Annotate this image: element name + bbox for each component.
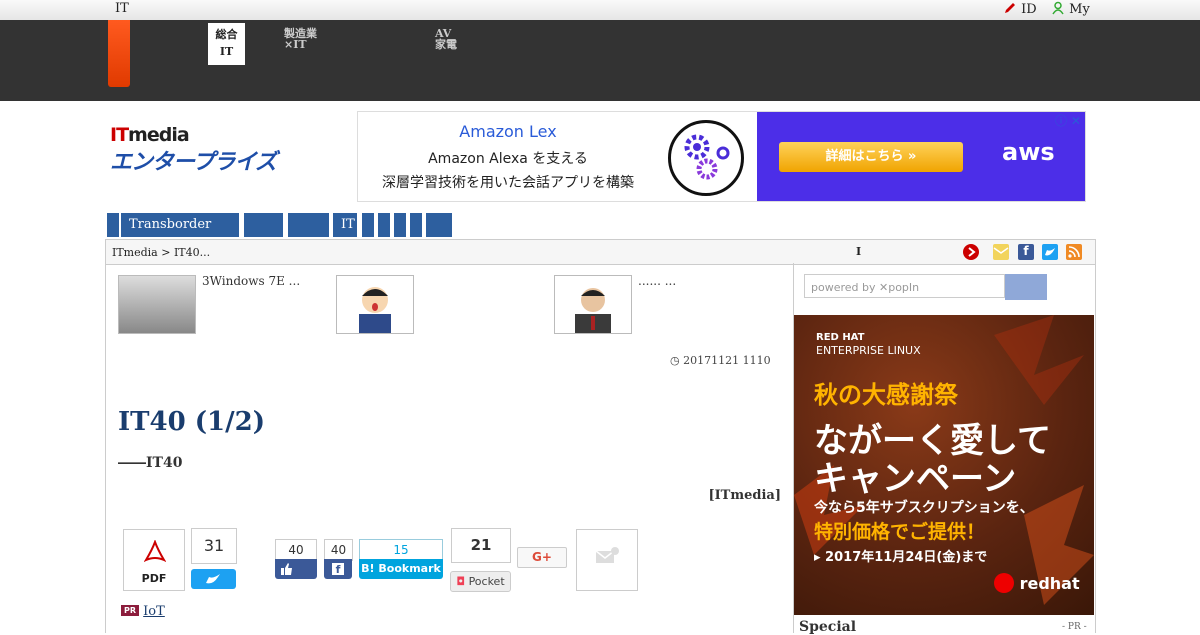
category-tab[interactable] (362, 213, 374, 237)
facebook-like-count: 40 (275, 539, 317, 561)
thumbs-up-icon (281, 563, 292, 575)
related-thumbnail[interactable] (118, 275, 196, 334)
facebook-share-button[interactable]: f (324, 559, 352, 579)
category-tab[interactable] (244, 213, 283, 237)
category-tab-it[interactable]: IT (333, 213, 357, 237)
redhat-hat-icon (994, 573, 1014, 593)
nav-tab-manufacturing[interactable]: 製造業 ×IT (284, 28, 317, 50)
special-heading: Special (799, 619, 857, 635)
article-credit: [ITmedia] (708, 488, 781, 503)
google-plus-button[interactable]: G+ (517, 547, 567, 568)
twitter-share-button[interactable] (191, 569, 236, 589)
related-thumbnail[interactable] (336, 275, 414, 334)
rss-arrow-icon[interactable] (963, 244, 979, 260)
rh-copy3: キャンペーン (814, 459, 1017, 499)
ad-choices-icon[interactable]: ⓘ ✕ (1055, 112, 1081, 129)
rh-brand-line1: RED HAT (816, 332, 865, 343)
pocket-icon: ◘ (456, 575, 466, 588)
breadcrumb-marker: I (856, 245, 862, 258)
twitter-icon (206, 574, 220, 584)
brand-accent-tab[interactable] (108, 20, 130, 87)
special-pr-label: - PR - (1062, 622, 1087, 632)
main-navigation: 総合 IT 製造業 ×IT AV 家電 (0, 20, 1200, 101)
ad-line1: Amazon Alexa を支える (428, 151, 588, 167)
breadcrumb-path[interactable]: ITmedia > IT40... (112, 246, 210, 259)
category-tab-transborder[interactable]: Transborder (121, 213, 239, 237)
nav-tab-av[interactable]: AV 家電 (435, 28, 457, 50)
pencil-icon (1005, 3, 1015, 13)
rh-brand-line2: ENTERPRISE LINUX (816, 344, 921, 357)
pocket-count: 21 (451, 528, 511, 563)
site-logo[interactable]: ITmedia エンタープライズ (110, 124, 277, 176)
logo-itmedia: ITmedia (110, 124, 190, 146)
mail-plus-icon (595, 547, 619, 563)
logo-enterprise: エンタープライズ (110, 150, 277, 175)
category-tab[interactable] (394, 213, 406, 237)
pdf-icon (144, 540, 166, 562)
rh-copy4: 今なら5年サブスクリプションを、 (814, 500, 1034, 516)
ad-line2: 深層学習技術を用いた会話アプリを構築 (382, 175, 634, 191)
category-tab[interactable] (288, 213, 329, 237)
facebook-icon[interactable]: f (1018, 244, 1034, 260)
gear-icon (668, 120, 744, 196)
ad-details-button[interactable]: 詳細はこちら » (779, 142, 963, 172)
twitter-share-count: 31 (191, 528, 237, 564)
aws-logo: aws (1002, 138, 1055, 166)
my-link[interactable]: My (1051, 1, 1090, 17)
mail-share-button[interactable] (576, 529, 638, 591)
pr-link[interactable]: PR IoT (121, 604, 165, 619)
my-link-label: My (1069, 2, 1090, 17)
publish-date: ◷ 20171121 1110 (670, 354, 771, 367)
pdf-button[interactable]: PDF (123, 529, 185, 591)
facebook-like-button[interactable] (275, 559, 317, 579)
ad-cta-panel: 詳細はこちら » aws (757, 112, 1085, 201)
clock-icon: ◷ (670, 354, 680, 367)
related-link[interactable]: ...... ... (638, 274, 676, 288)
nav-tab-manufacturing-line2: ×IT (284, 38, 307, 51)
redhat-ad[interactable]: RED HAT ENTERPRISE LINUX 秋の大感謝祭 ながーく愛して … (794, 315, 1094, 615)
category-tab[interactable] (426, 213, 452, 237)
user-icon (1052, 1, 1064, 15)
pdf-label: PDF (141, 572, 167, 585)
id-link-label: ID (1021, 2, 1037, 17)
search-button[interactable] (1005, 274, 1047, 300)
related-link[interactable]: 3Windows 7E ... (202, 274, 300, 288)
rh-copy1: 秋の大感謝祭 (814, 381, 958, 409)
hatena-bookmark-button[interactable]: B! Bookmark (359, 559, 443, 579)
article-title: IT40 (1/2) (118, 407, 266, 437)
id-link[interactable]: ID (1003, 1, 1037, 17)
twitter-icon[interactable] (1042, 244, 1058, 260)
nav-tab-general[interactable]: 総合 IT (208, 23, 245, 65)
pocket-button[interactable]: ◘ Pocket (450, 571, 511, 592)
ad-banner[interactable]: Amazon Lex Amazon Alexa を支える 深層学習技術を用いた会… (357, 111, 1086, 202)
publish-date-text: 20171121 1110 (683, 354, 771, 367)
pocket-label: Pocket (468, 575, 505, 588)
nav-tab-av-line2: 家電 (435, 38, 457, 51)
nav-tab-general-line1: 総合 (215, 28, 238, 41)
rss-icon[interactable] (1066, 244, 1082, 260)
facebook-icon: f (332, 563, 344, 576)
rh-copy5: 特別価格でご提供！ (814, 521, 986, 543)
breadcrumb: ITmedia > IT40... I f (105, 239, 1096, 265)
related-thumbnail[interactable] (554, 275, 632, 334)
ad-title: Amazon Lex (459, 122, 557, 141)
facebook-share-count: 40 (324, 539, 353, 561)
rh-copy6: ▸ 2017年11月24日(金)まで (814, 550, 988, 565)
mail-icon[interactable] (993, 244, 1009, 260)
pr-link-text: IoT (143, 604, 165, 619)
search-input[interactable]: powered by ✕popIn (804, 274, 1005, 298)
redhat-logo: redhat (994, 573, 1080, 593)
top-utility-bar: IT ID My (0, 0, 1200, 21)
category-tab[interactable] (378, 213, 390, 237)
pr-badge: PR (121, 605, 140, 616)
category-tab[interactable] (410, 213, 422, 237)
article-subtitle: ――IT40 (118, 455, 183, 471)
top-left-label[interactable]: IT (115, 1, 129, 16)
category-tab[interactable]: Transborder (107, 213, 119, 237)
hatena-bookmark-count: 15 (359, 539, 443, 561)
nav-tab-general-line2: IT (219, 45, 234, 58)
